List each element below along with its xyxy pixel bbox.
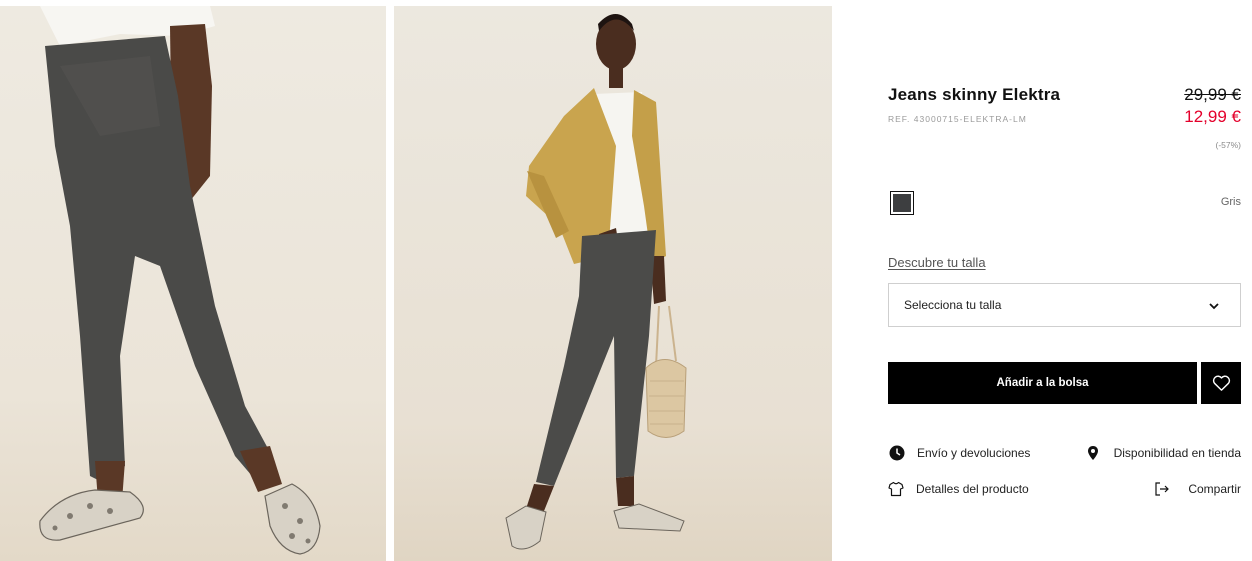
product-photo-front-image	[0, 6, 386, 561]
add-to-bag-button[interactable]: Añadir a la bolsa	[888, 362, 1197, 404]
discount-badge: (-57%)	[1215, 140, 1241, 150]
share-label: Compartir	[1188, 482, 1241, 496]
heart-icon	[1212, 375, 1231, 391]
shipping-returns-link[interactable]: Envío y devoluciones	[889, 445, 1030, 461]
color-swatch-gris[interactable]	[890, 191, 914, 215]
product-reference: REF. 43000715-ELEKTRA-LM	[888, 114, 1027, 124]
product-title: Jeans skinny Elektra	[888, 85, 1061, 104]
share-icon	[1155, 482, 1170, 496]
size-select[interactable]: Selecciona tu talla	[888, 283, 1241, 327]
product-photo-model[interactable]	[394, 6, 832, 561]
sale-price: 12,99 €	[1184, 107, 1241, 126]
product-details-link[interactable]: Detalles del producto	[888, 481, 1029, 497]
store-availability-label: Disponibilidad en tienda	[1113, 446, 1241, 460]
product-photo-front[interactable]	[0, 6, 386, 561]
add-to-favorites-button[interactable]	[1201, 362, 1241, 404]
size-select-placeholder: Selecciona tu talla	[904, 298, 1002, 312]
location-pin-icon	[1087, 446, 1098, 460]
product-info-panel: Jeans skinny Elektra REF. 43000715-ELEKT…	[888, 0, 1242, 561]
color-swatch-fill	[893, 194, 911, 212]
selected-color-name: Gris	[1220, 196, 1241, 208]
shipping-returns-label: Envío y devoluciones	[917, 446, 1031, 460]
tshirt-icon	[888, 481, 904, 497]
share-link[interactable]: Compartir	[1154, 481, 1241, 497]
clock-icon	[889, 445, 905, 461]
product-photo-model-image	[394, 6, 832, 561]
original-price: 29,99 €	[1184, 85, 1241, 104]
product-details-label: Detalles del producto	[916, 482, 1029, 496]
size-guide-link[interactable]: Descubre tu talla	[888, 255, 986, 270]
store-availability-link[interactable]: Disponibilidad en tienda	[1085, 445, 1241, 461]
chevron-down-icon	[1209, 303, 1219, 310]
